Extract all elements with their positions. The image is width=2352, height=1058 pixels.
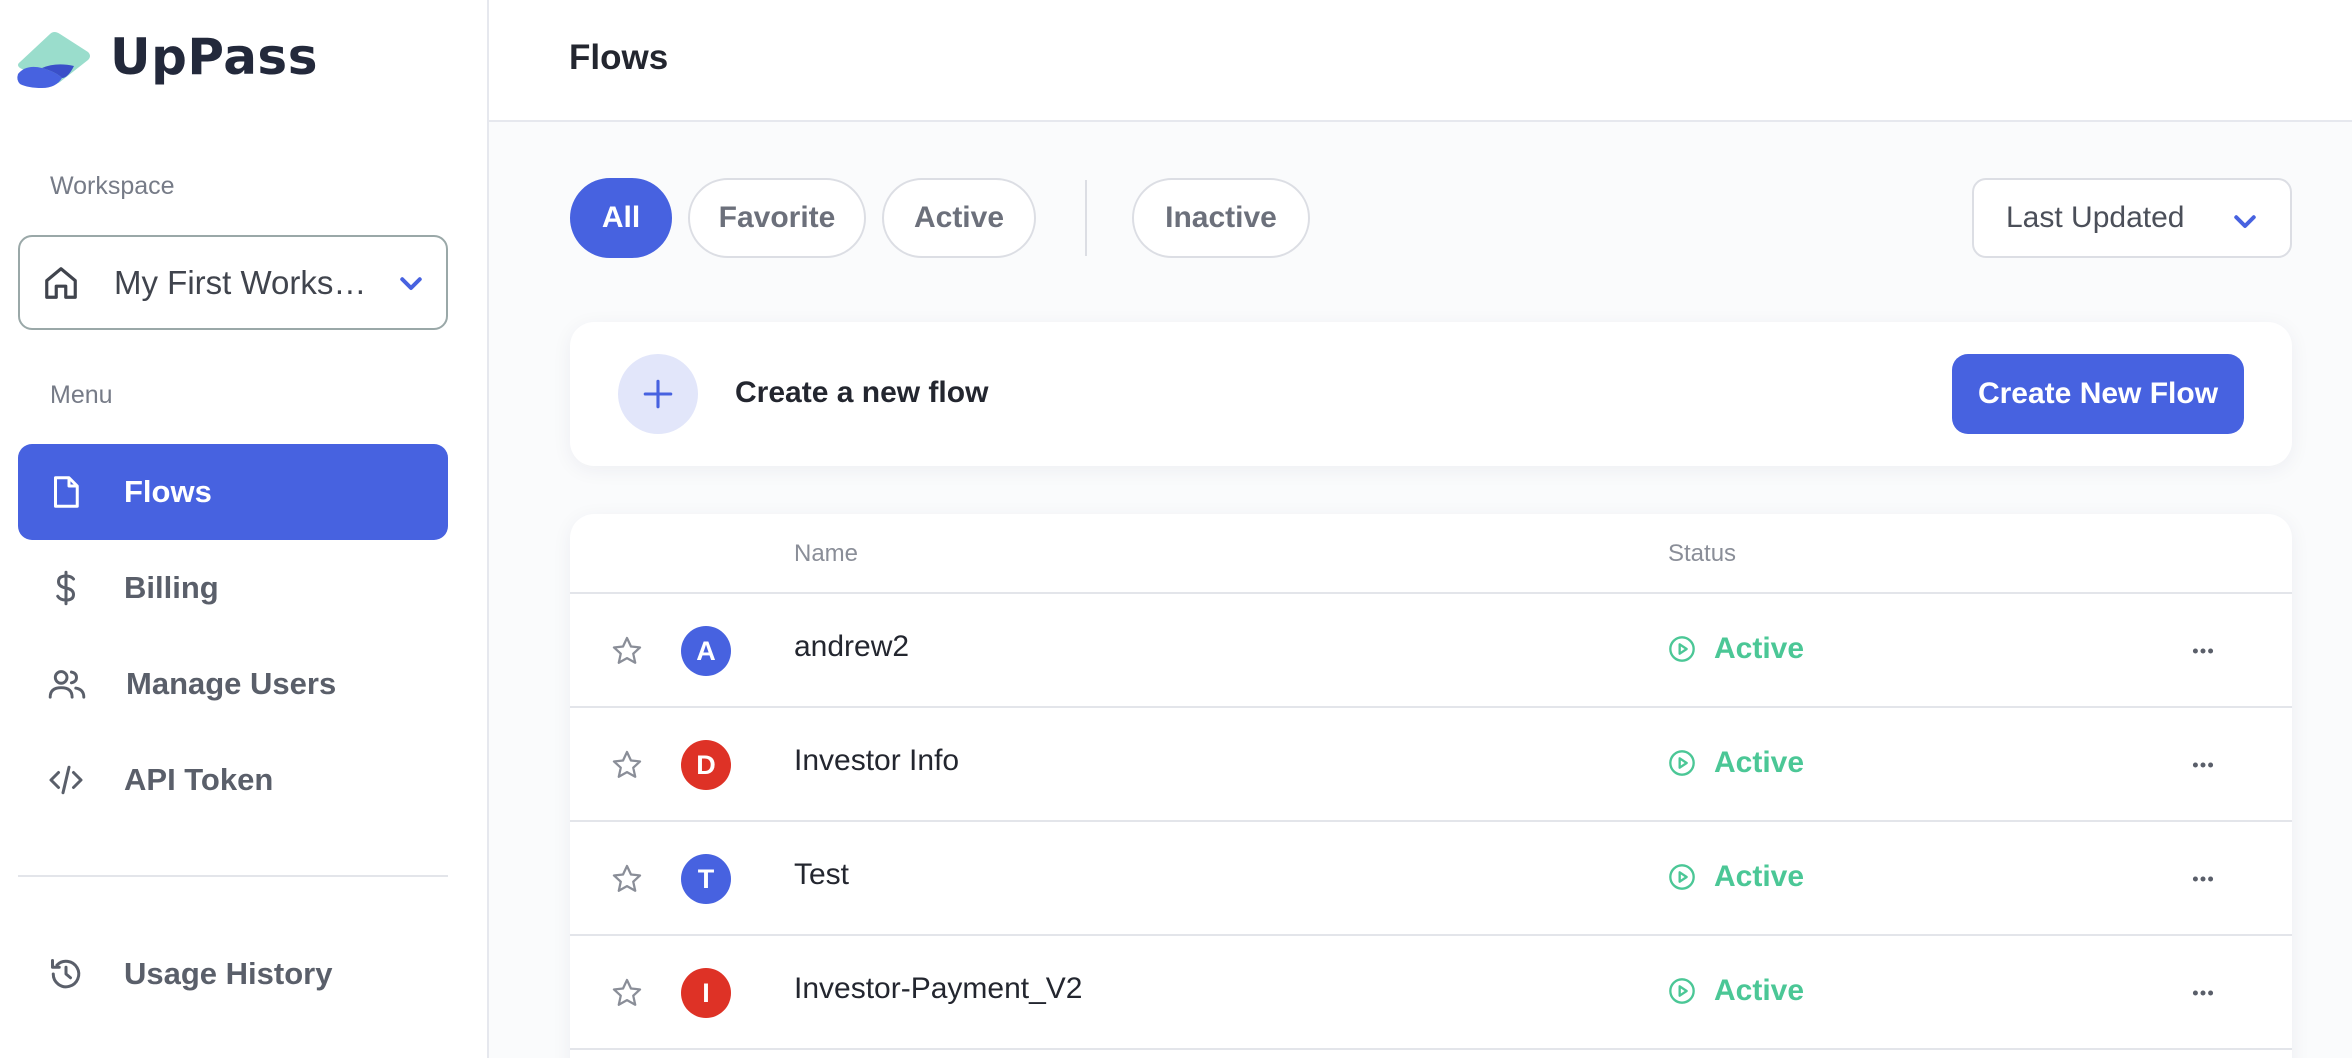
sidebar-divider: [18, 875, 448, 877]
tab-active[interactable]: Active: [882, 178, 1036, 258]
plus-icon: [643, 379, 673, 409]
filter-divider: [1085, 180, 1087, 256]
more-options-icon[interactable]: [2190, 638, 2216, 664]
sort-value: Last Updated: [2006, 201, 2185, 234]
table-row[interactable]: A andrew2 Active: [570, 594, 2292, 708]
flow-name[interactable]: andrew2: [794, 630, 909, 664]
column-header-status: Status: [1668, 540, 1737, 567]
tab-inactive[interactable]: Inactive: [1132, 178, 1310, 258]
more-options-icon[interactable]: [2190, 866, 2216, 892]
sidebar-item-label: Usage History: [124, 956, 333, 991]
sidebar-item-label: Billing: [124, 570, 219, 605]
history-icon: [51, 959, 81, 989]
dollar-icon: [56, 570, 76, 606]
logo-text: UpPass: [110, 28, 318, 86]
sidebar-item-label: API Token: [124, 762, 274, 797]
sidebar-item-api-token[interactable]: API Token: [18, 732, 448, 828]
top-bar: Flows: [489, 0, 2352, 122]
star-icon[interactable]: [610, 976, 644, 1010]
sidebar-item-manage-users[interactable]: Manage Users: [18, 636, 448, 732]
main-content: All Favorite Active Inactive Last Update…: [489, 122, 2352, 1058]
tab-all[interactable]: All: [570, 178, 672, 258]
flow-name[interactable]: Test: [794, 858, 849, 892]
column-header-name: Name: [794, 540, 859, 567]
create-flow-text: Create a new flow: [735, 376, 989, 409]
status-label: Active: [1714, 632, 1805, 665]
flows-table: Name Status A andrew2 Active D Investor …: [570, 514, 2292, 1058]
table-row[interactable]: I Investor-Payment_V2 Active: [570, 936, 2292, 1050]
create-new-flow-button[interactable]: Create New Flow: [1952, 354, 2244, 434]
code-icon: [49, 765, 83, 795]
workspace-value: My First Workspace: [114, 263, 374, 301]
table-row[interactable]: D Investor Info Active: [570, 708, 2292, 822]
play-circle-icon: [1669, 636, 1695, 662]
status-label: Active: [1714, 746, 1805, 779]
workspace-select[interactable]: My First Workspace: [18, 235, 448, 330]
avatar: A: [681, 626, 731, 676]
status-label: Active: [1714, 860, 1805, 893]
sidebar-item-flows[interactable]: Flows: [18, 444, 448, 540]
play-circle-icon: [1669, 750, 1695, 776]
add-flow-button[interactable]: [618, 354, 698, 434]
chevron-down-icon: [400, 276, 422, 290]
sidebar-item-label: Manage Users: [126, 666, 337, 701]
status-badge: Active: [1668, 974, 1804, 1008]
play-circle-icon: [1669, 864, 1695, 890]
avatar: I: [681, 968, 731, 1018]
page-title: Flows: [569, 38, 669, 77]
status-badge: Active: [1668, 860, 1804, 894]
table-row[interactable]: T Test Active: [570, 822, 2292, 936]
sidebar-item-billing[interactable]: Billing: [18, 540, 448, 636]
workspace-label: Workspace: [50, 172, 175, 200]
avatar: T: [681, 854, 731, 904]
sidebar-item-label: Flows: [124, 474, 212, 509]
menu-label: Menu: [50, 381, 113, 409]
flow-name[interactable]: Investor-Payment_V2: [794, 972, 1082, 1006]
more-options-icon[interactable]: [2190, 752, 2216, 778]
create-flow-card: Create a new flow Create New Flow: [570, 322, 2292, 466]
sort-select[interactable]: Last Updated: [1972, 178, 2292, 258]
status-badge: Active: [1668, 746, 1804, 780]
avatar: D: [681, 740, 731, 790]
sidebar: UpPass Workspace My First Workspace Menu…: [0, 0, 489, 1058]
star-icon[interactable]: [610, 634, 644, 668]
logo[interactable]: UpPass: [16, 22, 318, 92]
flow-name[interactable]: Investor Info: [794, 744, 959, 778]
tab-favorite[interactable]: Favorite: [688, 178, 866, 258]
status-badge: Active: [1668, 632, 1804, 666]
star-icon[interactable]: [610, 862, 644, 896]
home-icon: [45, 266, 77, 299]
play-circle-icon: [1669, 978, 1695, 1004]
sidebar-item-usage-history[interactable]: Usage History: [18, 926, 448, 1022]
chevron-down-icon: [2234, 215, 2256, 228]
uppass-logo-icon: [17, 32, 90, 88]
users-icon: [48, 670, 86, 699]
status-label: Active: [1714, 974, 1805, 1007]
table-header: Name Status: [570, 514, 2292, 594]
more-options-icon[interactable]: [2190, 980, 2216, 1006]
file-icon: [54, 476, 79, 508]
star-icon[interactable]: [610, 748, 644, 782]
